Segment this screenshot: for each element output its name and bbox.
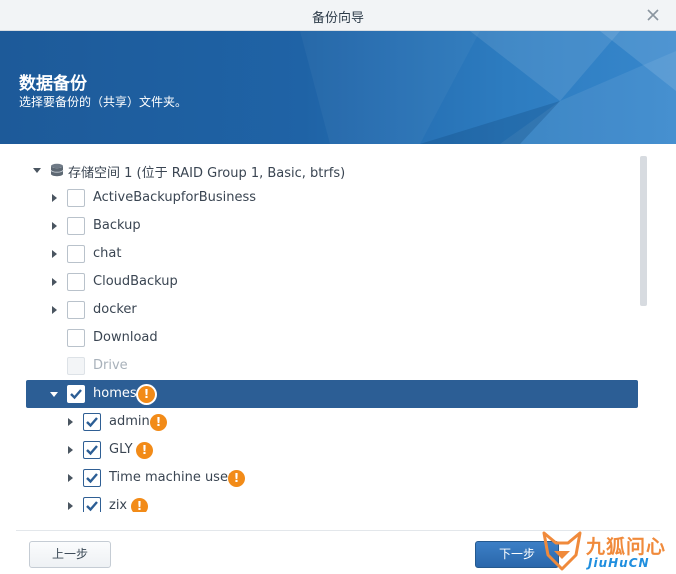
fox-logo-icon [542, 531, 582, 571]
folder-checkbox-checked[interactable] [83, 497, 101, 512]
tree-item-time-machine-user[interactable]: Time machine user ! [26, 464, 638, 492]
tree-item-chat[interactable]: chat [26, 240, 638, 268]
folder-label: GLY [109, 442, 133, 457]
checkmark-icon [86, 445, 98, 456]
triangle-right-icon[interactable] [65, 473, 75, 483]
folder-checkbox-checked[interactable] [83, 469, 101, 487]
warning-icon: ! [136, 442, 153, 459]
warning-icon: ! [228, 470, 245, 487]
warning-icon: ! [138, 386, 155, 403]
tree-item-cloudbackup[interactable]: CloudBackup [26, 268, 638, 296]
window-title: 备份向导 [311, 11, 364, 26]
warning-icon: ! [150, 414, 167, 431]
watermark-text-en: JiuHuCN [588, 556, 650, 570]
tree-item-download[interactable]: Download [26, 324, 638, 352]
triangle-down-icon[interactable] [32, 165, 42, 175]
tree-item-drive: Drive [26, 352, 638, 380]
checkmark-icon [70, 389, 82, 400]
folder-tree: 存储空间 1 (位于 RAID Group 1, Basic, btrfs) A… [26, 156, 638, 512]
tree-root-label: 存储空间 1 (位于 RAID Group 1, Basic, btrfs) [68, 166, 346, 181]
triangle-right-icon[interactable] [65, 445, 75, 455]
folder-checkbox[interactable] [67, 329, 85, 347]
tree-scrollbar[interactable] [640, 156, 647, 306]
page-title: 数据备份 [19, 74, 87, 94]
folder-checkbox-checked[interactable] [67, 385, 85, 403]
folder-label: CloudBackup [93, 274, 178, 289]
folder-label: ActiveBackupforBusiness [93, 190, 257, 205]
triangle-right-icon[interactable] [49, 277, 59, 287]
folder-label: homes [93, 386, 137, 401]
tree-item-admin[interactable]: admin ! [26, 408, 638, 436]
folder-label: Drive [93, 358, 128, 373]
folder-label: Backup [93, 218, 141, 233]
triangle-right-icon[interactable] [65, 417, 75, 427]
triangle-right-icon[interactable] [49, 249, 59, 259]
folder-checkbox[interactable] [67, 273, 85, 291]
tree-item-docker[interactable]: docker [26, 296, 638, 324]
folder-checkbox-disabled [67, 357, 85, 375]
tree-item-backup[interactable]: Backup [26, 212, 638, 240]
folder-label: chat [93, 246, 122, 261]
watermark-logo: 九狐问心 JiuHuCN [540, 528, 676, 574]
tree-item-activebackupforbusiness[interactable]: ActiveBackupforBusiness [26, 184, 638, 212]
folder-label: zix [109, 498, 128, 512]
folder-checkbox-checked[interactable] [83, 413, 101, 431]
warning-icon: ! [131, 498, 148, 512]
watermark-text-cn: 九狐问心 [586, 536, 667, 558]
folder-checkbox[interactable] [67, 217, 85, 235]
database-icon [50, 163, 64, 177]
title-bar: 备份向导 [0, 0, 676, 31]
triangle-right-icon[interactable] [49, 221, 59, 231]
close-button[interactable] [644, 6, 662, 24]
triangle-right-icon[interactable] [65, 501, 75, 511]
checkmark-icon [86, 417, 98, 428]
folder-checkbox-checked[interactable] [83, 441, 101, 459]
triangle-right-icon[interactable] [49, 305, 59, 315]
checkmark-icon [86, 473, 98, 484]
folder-label: admin [109, 414, 150, 429]
folder-checkbox[interactable] [67, 245, 85, 263]
previous-button[interactable]: 上一步 [29, 541, 111, 568]
tree-root-volume[interactable]: 存储空间 1 (位于 RAID Group 1, Basic, btrfs) [26, 156, 638, 184]
wizard-header-banner: 数据备份 选择要备份的（共享）文件夹。 [0, 31, 676, 144]
close-icon [647, 9, 659, 21]
tree-item-gly[interactable]: GLY ! [26, 436, 638, 464]
folder-checkbox[interactable] [67, 189, 85, 207]
triangle-right-icon[interactable] [49, 193, 59, 203]
tree-item-homes[interactable]: homes ! [26, 380, 638, 408]
triangle-down-icon[interactable] [49, 389, 59, 399]
tree-item-zix[interactable]: zix ! [26, 492, 638, 512]
folder-label: Time machine user [109, 470, 234, 485]
banner-decoration [300, 31, 676, 144]
page-subtitle: 选择要备份的（共享）文件夹。 [19, 95, 188, 109]
folder-label: Download [93, 330, 158, 345]
folder-label: docker [93, 302, 137, 317]
folder-checkbox[interactable] [67, 301, 85, 319]
checkmark-icon [86, 501, 98, 512]
